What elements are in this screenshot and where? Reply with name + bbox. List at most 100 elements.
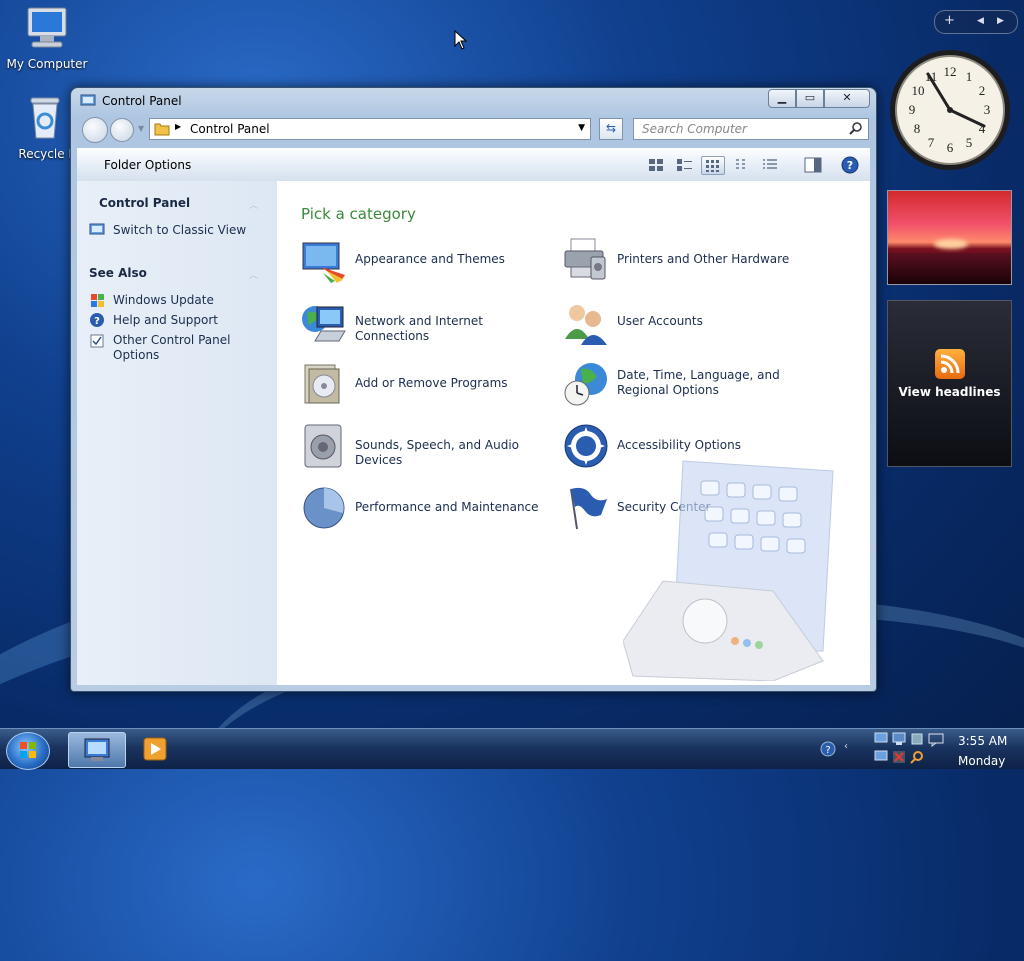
printer-icon [563, 237, 609, 283]
rss-icon [934, 349, 965, 379]
command-bar: Folder Options ? [77, 148, 870, 182]
display-tray-icon[interactable] [892, 732, 906, 749]
view-headlines-label[interactable]: View headlines [888, 385, 1011, 399]
add-remove-programs-icon [301, 361, 347, 407]
search-placeholder: Search Computer [642, 122, 747, 136]
computer-tray-icon[interactable] [874, 750, 888, 767]
mouse-cursor-icon [454, 29, 468, 53]
switch-to-classic-view-link[interactable]: Switch to Classic View [113, 223, 246, 238]
date-time-globe-icon [563, 361, 609, 407]
folder-icon [154, 121, 170, 139]
maximize-button[interactable]: ▭ [796, 89, 824, 108]
svg-text:?: ? [94, 316, 100, 327]
network-tray-icon[interactable] [874, 732, 888, 749]
category-label: Sounds, Speech, and Audio Devices [355, 438, 519, 467]
taskbar-clock[interactable]: 3:55 AM Monday [958, 731, 1007, 771]
category-view: Pick a category Appearance and Themes Pr… [277, 181, 870, 685]
details-view-icon[interactable] [759, 156, 781, 173]
windows-update-icon [89, 292, 105, 311]
next-icon[interactable]: ▶ [997, 16, 1004, 26]
refresh-button[interactable]: ⇆ [599, 118, 623, 140]
taskbar-media-player-button[interactable] [134, 732, 174, 766]
clock-number: 5 [966, 135, 973, 150]
security-flag-icon [563, 485, 609, 531]
windows-update-link[interactable]: Windows Update [113, 293, 214, 308]
windows-logo-icon [20, 742, 36, 758]
show-hidden-icons-icon[interactable]: ‹ [844, 741, 848, 752]
help-tray-icon[interactable]: ? [820, 741, 836, 760]
tiles-view-icon[interactable] [673, 156, 695, 173]
close-button[interactable]: ✕ [824, 89, 870, 108]
category-label: Performance and Maintenance [355, 500, 539, 514]
category-label: Printers and Other Hardware [617, 252, 790, 266]
network-globe-icon [301, 299, 347, 345]
media-player-icon [143, 737, 167, 761]
control-panel-watermark [622, 451, 843, 684]
address-bar[interactable]: ▶ Control Panel ▼ [149, 118, 591, 140]
svg-text:?: ? [825, 745, 830, 756]
other-control-panel-options-link[interactable]: Other Control Panel Options [113, 333, 233, 363]
computer-icon [2, 6, 92, 53]
previous-icon[interactable]: ◀ [977, 16, 984, 26]
title-bar[interactable]: Control Panel ▁ ▭ ✕ [71, 88, 876, 112]
clock-number: 2 [979, 83, 986, 98]
breadcrumb-arrow-icon[interactable]: ▶ [175, 122, 181, 131]
forward-button[interactable] [110, 118, 134, 142]
accessibility-icon [563, 423, 609, 469]
user-accounts-icon [563, 299, 609, 345]
folder-options-button[interactable]: Folder Options [104, 158, 191, 172]
svg-text:?: ? [847, 159, 853, 172]
search-tray-icon[interactable] [910, 750, 924, 767]
clock-time: 3:55 AM [958, 734, 1008, 748]
category-label: Network and Internet Connections [355, 314, 483, 343]
clock-number: 1 [966, 69, 973, 84]
search-field[interactable]: Search Computer [633, 118, 869, 140]
system-tray: ? ‹ [820, 729, 950, 769]
control-panel-window: Control Panel ▁ ▭ ✕ ▼ ▶ Control Panel ▼ … [70, 87, 877, 692]
address-dropdown-icon[interactable]: ▼ [578, 123, 585, 133]
desktop-icon-label: My Computer [6, 57, 88, 71]
speaker-icon [301, 423, 347, 469]
clock-number: 9 [909, 102, 916, 117]
clock-day: Monday [958, 754, 1006, 768]
category-label: Date, Time, Language, and Regional Optio… [617, 368, 780, 397]
help-support-icon: ? [89, 312, 105, 331]
search-icon[interactable] [849, 121, 863, 138]
appearance-themes-icon [301, 237, 347, 283]
control-panel-icon [84, 738, 110, 761]
minimize-button[interactable]: ▁ [768, 89, 796, 108]
see-also-heading: See Also [89, 266, 147, 280]
gadget-toolbar: + ◀ ▶ [934, 10, 1018, 34]
back-button[interactable] [82, 117, 108, 143]
address-path[interactable]: Control Panel [190, 122, 270, 136]
checkbox-icon [89, 333, 105, 352]
add-gadget-icon[interactable]: + [944, 13, 955, 28]
icons-view-icon[interactable] [701, 156, 725, 175]
clock-number: 7 [928, 135, 935, 150]
preview-pane-icon[interactable] [804, 157, 822, 176]
category-label: User Accounts [617, 314, 703, 328]
sidebar-heading: Control Panel [99, 196, 191, 210]
security-alert-tray-icon[interactable] [892, 750, 906, 767]
recent-pages-chevron-icon[interactable]: ▼ [138, 124, 144, 133]
desktop-icon-my-computer[interactable]: My Computer [2, 6, 92, 71]
performance-pie-icon [301, 485, 347, 531]
slideshow-gadget[interactable] [887, 190, 1012, 285]
list-view-icon[interactable] [731, 156, 753, 173]
control-panel-icon [80, 94, 96, 111]
feed-headlines-gadget[interactable]: View headlines [887, 300, 1012, 467]
collapse-icon[interactable]: ︿ [249, 268, 258, 281]
start-button[interactable] [6, 732, 50, 770]
thumbnails-view-icon[interactable] [645, 156, 667, 173]
settings-tray-icon[interactable] [910, 732, 924, 749]
clock-gadget[interactable]: 12 1 2 3 4 5 6 7 8 9 10 11 [888, 48, 1012, 172]
content-area: Control Panel ︿ Switch to Classic View S… [77, 181, 870, 685]
help-and-support-link[interactable]: Help and Support [113, 313, 218, 328]
task-pane: Control Panel ︿ Switch to Classic View S… [77, 181, 277, 685]
category-label: Add or Remove Programs [355, 376, 508, 390]
page-title: Pick a category [301, 205, 416, 223]
help-icon[interactable]: ? [841, 156, 859, 177]
taskbar-control-panel-button[interactable] [68, 732, 126, 768]
message-tray-icon[interactable] [928, 733, 944, 750]
collapse-icon[interactable]: ︿ [249, 198, 258, 211]
